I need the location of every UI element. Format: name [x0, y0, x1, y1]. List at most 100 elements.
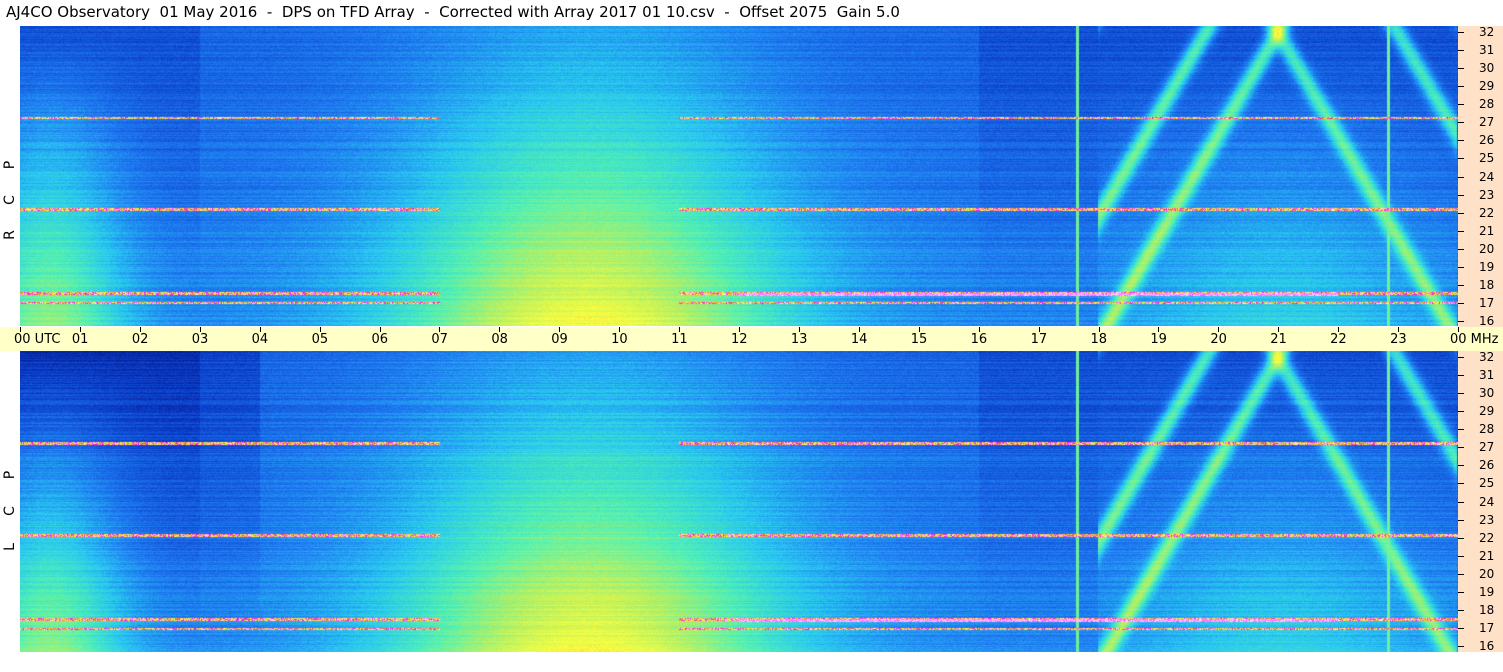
panel-letter: C [2, 195, 18, 205]
freq-tick [1458, 284, 1464, 286]
time-tick-label: 08 [491, 332, 508, 347]
freq-tick-label: 31 [1479, 43, 1495, 58]
freq-tick [1458, 32, 1464, 33]
lcp-frequency-axis: 32 31 30 29 28 27 26 25 24 23 22 21 20 19 18 17 16 [1458, 351, 1503, 652]
freq-tick [1458, 609, 1464, 611]
freq-tick [1458, 501, 1464, 503]
time-tick-label: 12 [731, 332, 748, 347]
freq-tick-label: 25 [1479, 151, 1495, 166]
freq-tick-label: 18 [1479, 277, 1495, 292]
freq-tick-label: 32 [1479, 25, 1495, 39]
panel-letter: R [2, 230, 18, 240]
freq-tick [1458, 212, 1464, 214]
time-tick-label: 00 MHz [1450, 332, 1499, 347]
freq-tick-label: 16 [1479, 639, 1495, 653]
freq-tick-label: 20 [1479, 566, 1495, 581]
freq-tick-label: 22 [1479, 205, 1495, 220]
time-tick-label: 18 [1090, 332, 1108, 347]
time-tick-label: 11 [671, 332, 688, 347]
freq-tick-label: 16 [1479, 314, 1495, 328]
time-tick-label: 20 [1210, 332, 1227, 347]
lcp-spectrogram-canvas [20, 351, 1458, 652]
time-tick-label: 14 [850, 332, 868, 347]
freq-tick-label: 28 [1479, 97, 1495, 112]
freq-tick [1458, 591, 1464, 593]
time-tick-label: 02 [131, 332, 149, 347]
freq-tick-label: 21 [1479, 223, 1495, 238]
freq-tick-label: 21 [1479, 548, 1495, 563]
freq-tick-label: 18 [1479, 602, 1495, 617]
freq-tick [1458, 266, 1464, 268]
lcp-spectrogram [20, 351, 1458, 652]
freq-tick-label: 22 [1479, 530, 1495, 545]
freq-tick-label: 29 [1479, 79, 1495, 94]
freq-tick-label: 26 [1479, 458, 1495, 473]
freq-tick-label: 19 [1479, 259, 1495, 274]
freq-tick-label: 31 [1479, 368, 1495, 383]
freq-tick [1458, 375, 1464, 377]
freq-tick-label: 30 [1479, 61, 1495, 76]
time-tick-label: 04 [251, 332, 269, 347]
freq-tick [1458, 321, 1464, 322]
time-tick-label: 09 [551, 332, 568, 347]
freq-tick [1458, 555, 1464, 557]
freq-tick-label: 24 [1479, 494, 1495, 509]
freq-tick [1458, 411, 1464, 413]
freq-tick [1458, 393, 1464, 395]
freq-tick [1458, 86, 1464, 88]
freq-tick-label: 23 [1479, 512, 1495, 527]
chart-title: AJ4CO Observatory 01 May 2016 - DPS on T… [6, 3, 900, 21]
freq-tick [1458, 646, 1464, 647]
freq-tick [1458, 357, 1464, 358]
rcp-spectrogram [20, 26, 1458, 326]
freq-tick [1458, 483, 1464, 485]
panel-letter: L [2, 543, 18, 551]
freq-tick [1458, 68, 1464, 70]
freq-tick [1458, 302, 1464, 304]
freq-tick [1458, 465, 1464, 467]
time-tick-label: 22 [1330, 332, 1347, 347]
freq-tick-label: 27 [1479, 440, 1495, 455]
freq-tick [1458, 122, 1464, 124]
freq-tick-label: 17 [1479, 620, 1495, 635]
freq-tick [1458, 50, 1464, 52]
time-tick-label: 00 UTC [14, 332, 61, 347]
panel-letter: C [2, 506, 18, 516]
freq-tick [1458, 158, 1464, 160]
time-tick-label: 19 [1150, 332, 1167, 347]
freq-tick [1458, 447, 1464, 449]
time-tick-label: 06 [371, 332, 389, 347]
freq-tick-label: 27 [1479, 115, 1495, 130]
time-tick-label: 01 [71, 332, 89, 347]
freq-tick [1458, 104, 1464, 106]
time-tick-label: 05 [311, 332, 329, 347]
freq-tick [1458, 537, 1464, 539]
freq-tick-label: 17 [1479, 295, 1495, 310]
freq-tick [1458, 194, 1464, 196]
freq-tick [1458, 519, 1464, 521]
freq-tick [1458, 429, 1464, 431]
freq-tick-label: 19 [1479, 584, 1495, 599]
freq-tick [1458, 230, 1464, 232]
panel-letter: P [2, 160, 18, 170]
freq-tick-label: 28 [1479, 422, 1495, 437]
freq-tick-label: 24 [1479, 169, 1495, 184]
time-tick-label: 03 [191, 332, 209, 347]
freq-tick-label: 20 [1479, 241, 1495, 256]
rcp-frequency-axis: 32 31 30 29 28 27 26 25 24 23 22 21 20 19 18 17 16 [1458, 26, 1503, 327]
rcp-panel-label: R C P [0, 26, 20, 326]
time-tick-label: 21 [1270, 332, 1287, 347]
freq-tick-label: 29 [1479, 404, 1495, 419]
panel-letter: P [2, 470, 18, 480]
freq-tick-label: 30 [1479, 386, 1495, 401]
time-tick-label: 07 [431, 332, 448, 347]
time-tick-label: 10 [611, 332, 628, 347]
freq-tick-label: 23 [1479, 187, 1495, 202]
time-tick-label: 13 [790, 332, 808, 347]
freq-tick [1458, 627, 1464, 629]
lcp-panel-label: L C P [0, 351, 20, 652]
time-tick-label: 17 [1030, 332, 1048, 347]
rcp-spectrogram-canvas [20, 26, 1458, 326]
time-tick-label: 23 [1390, 332, 1407, 347]
freq-tick [1458, 573, 1464, 575]
